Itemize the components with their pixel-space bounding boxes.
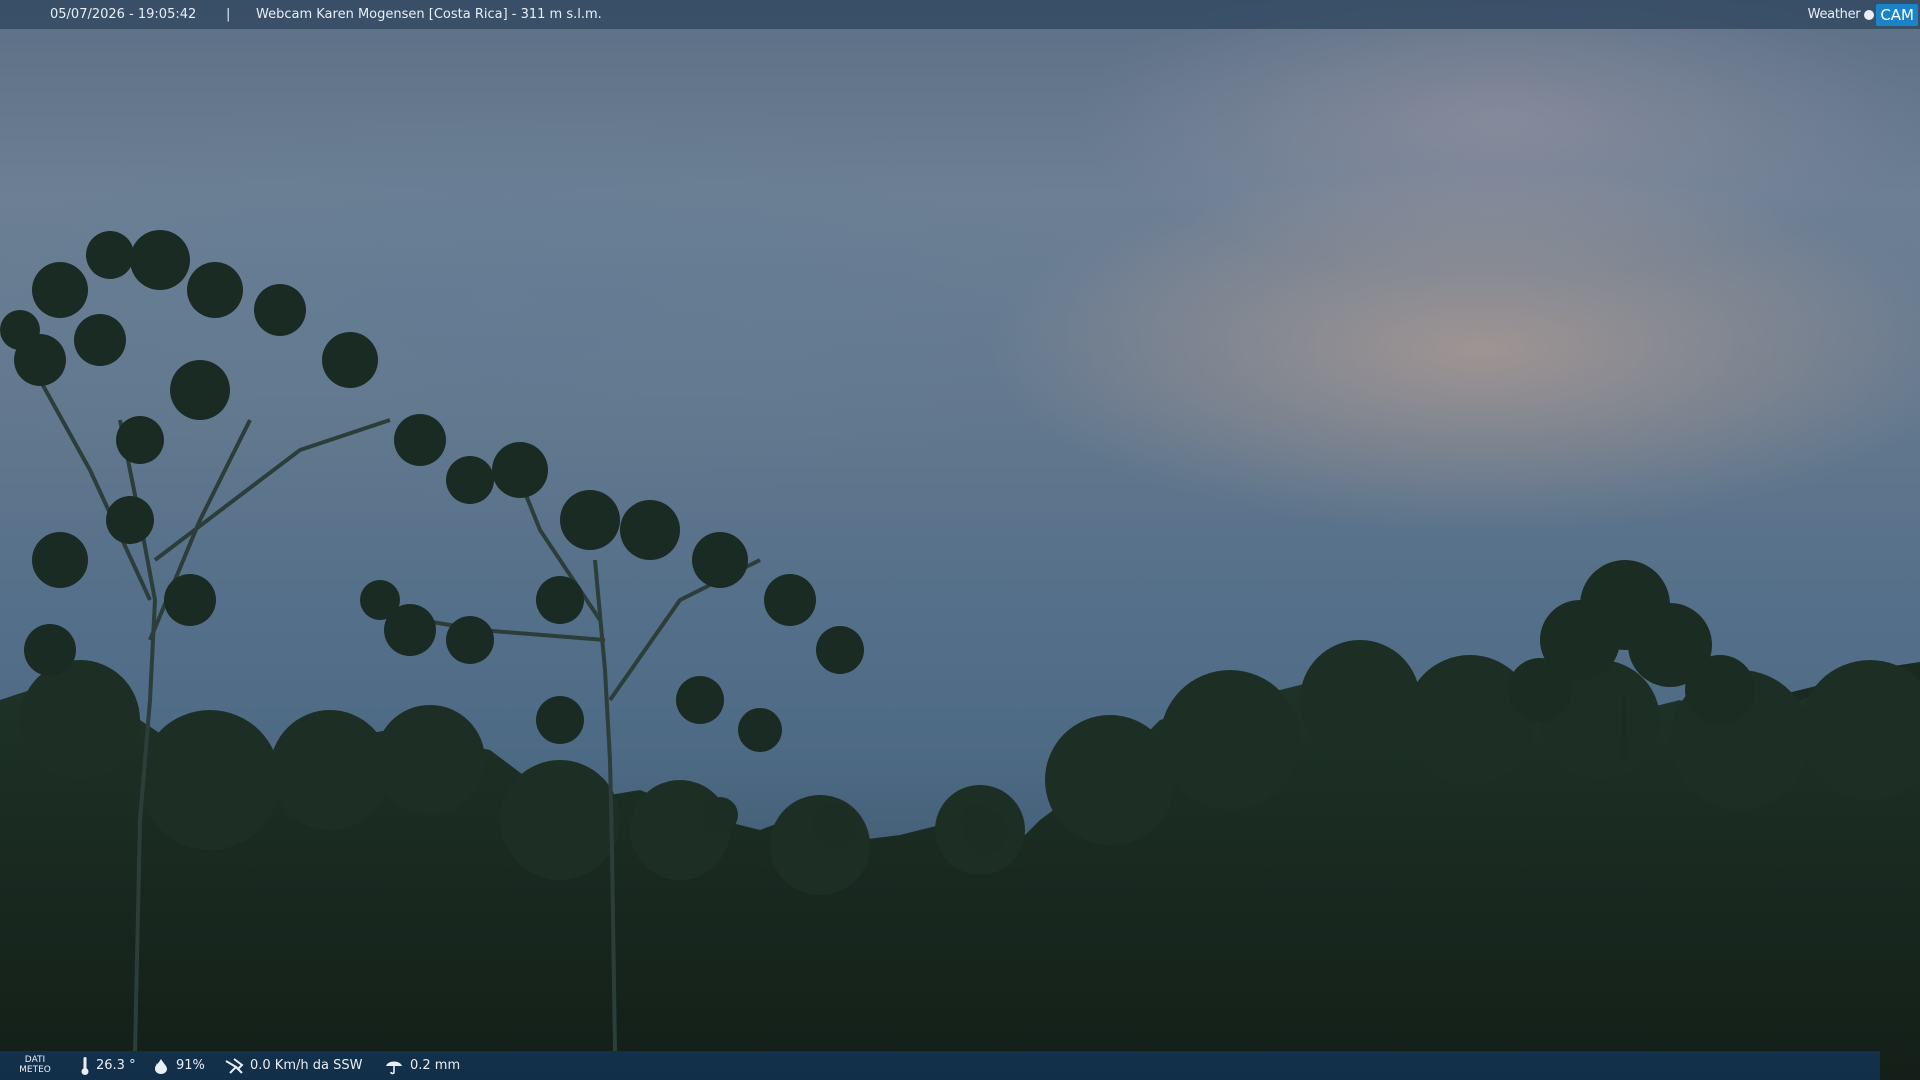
webcam-header-bar: 05/07/2026 - 19:05:42 | Webcam Karen Mog… bbox=[0, 0, 1920, 29]
logo-dot-icon bbox=[1864, 9, 1875, 20]
water-drop-icon bbox=[155, 1058, 167, 1074]
rain-readout: 0.2 mm bbox=[384, 1051, 460, 1080]
header-separator: | bbox=[226, 7, 231, 22]
webcam-title: Webcam Karen Mogensen [Costa Rica] - 311… bbox=[256, 7, 602, 22]
umbrella-icon bbox=[386, 1061, 402, 1074]
wind-vane-icon bbox=[225, 1057, 244, 1074]
temperature-readout: 26.3 ° bbox=[80, 1051, 136, 1080]
weather-data-label: DATI METEO bbox=[19, 1055, 51, 1075]
weather-data-bar: DATI METEO 26.3 ° 91% 0.0 Km/h da SSW 0.… bbox=[0, 1051, 1880, 1080]
rain-value: 0.2 mm bbox=[410, 1058, 461, 1073]
temperature-value: 26.3 ° bbox=[96, 1058, 136, 1073]
wind-readout: 0.0 Km/h da SSW bbox=[224, 1051, 362, 1080]
wind-value: 0.0 Km/h da SSW bbox=[250, 1058, 363, 1073]
humidity-value: 91% bbox=[176, 1058, 205, 1073]
logo-word: Weather bbox=[1807, 7, 1861, 22]
webcam-frame: 05/07/2026 - 19:05:42 | Webcam Karen Mog… bbox=[0, 0, 1920, 1080]
humidity-readout: 91% bbox=[152, 1051, 205, 1080]
weathercam-logo[interactable]: Weather CAM bbox=[1808, 2, 1918, 27]
thermometer-icon bbox=[81, 1056, 89, 1075]
logo-cam: CAM bbox=[1876, 3, 1918, 26]
capture-datetime: 05/07/2026 - 19:05:42 bbox=[50, 7, 197, 22]
landscape-scene bbox=[0, 230, 1920, 1080]
